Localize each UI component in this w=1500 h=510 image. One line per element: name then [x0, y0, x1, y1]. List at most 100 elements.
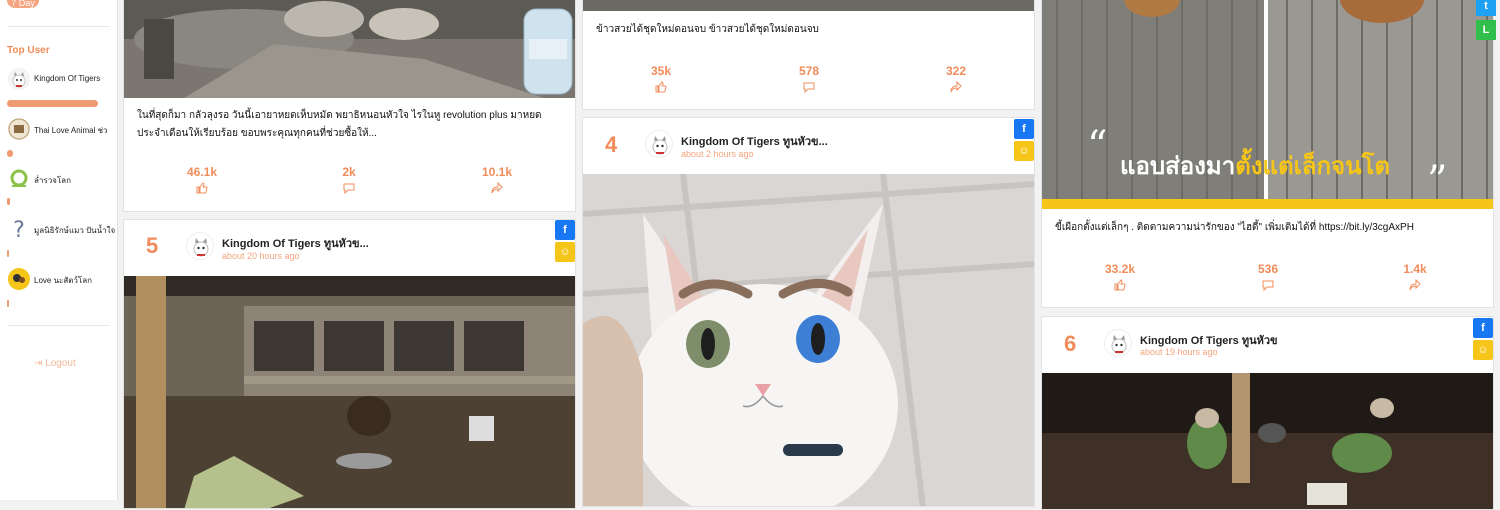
share-count: 1.4k [1403, 262, 1427, 276]
top-user-item[interactable]: Thai Love Animal ช่ว [6, 116, 116, 146]
post-image[interactable] [124, 0, 575, 98]
line-share-button[interactable]: L [1476, 20, 1496, 40]
banner-text-yellow: ตั้งแต่เล็กจนโต [1235, 147, 1390, 180]
facebook-share-button[interactable]: f [1473, 318, 1493, 338]
like-stat[interactable]: 35k [621, 64, 701, 93]
svg-text:”: ” [1427, 158, 1447, 204]
comment-icon [1262, 280, 1274, 291]
top-user-score-bar [7, 250, 9, 257]
post-text: ในที่สุดก็มา กลัวลุงรอ วันนี้เอายาหยดเห็… [137, 110, 542, 139]
avatar [8, 268, 30, 290]
comment-stat[interactable]: 2k [309, 165, 389, 194]
banner-text: แอบส่องมาตั้งแต่เล็กจนโต [1120, 147, 1390, 180]
comment-stat[interactable]: 536 [1228, 262, 1308, 291]
reaction-button[interactable]: ☺ [555, 242, 575, 262]
svg-text:“: “ [1087, 123, 1107, 169]
facebook-share-button[interactable]: f [555, 220, 575, 240]
share-icon [1409, 279, 1421, 291]
comment-count: 2k [342, 165, 356, 179]
post-image[interactable] [124, 276, 575, 508]
avatar [8, 118, 30, 140]
sidebar: 7 Day Top User Kingdom Of Tigers Thai Lo… [0, 0, 118, 500]
post-image[interactable] [1042, 373, 1493, 509]
top-user-name: Love นะสัตว์โลก [34, 276, 92, 285]
avatar [8, 168, 30, 190]
comment-icon [343, 183, 355, 194]
post-card[interactable]: “ ” แอบส่องมาตั้งแต่เล็กจนโต ขี้เผือกตั้… [1041, 0, 1494, 308]
post-card[interactable]: 4 Kingdom Of Tigers ทูนหัวข... about 2 h… [582, 117, 1035, 507]
facebook-icon: f [1481, 322, 1485, 334]
top-user-item[interactable]: Kingdom Of Tigers [6, 66, 116, 96]
facebook-icon: f [1022, 123, 1026, 135]
facebook-icon: f [563, 224, 567, 236]
share-icon [950, 81, 962, 93]
share-stat[interactable]: 10.1k [457, 165, 537, 194]
divider [8, 26, 110, 27]
comment-icon [803, 82, 815, 93]
reaction-button[interactable]: ☺ [1014, 141, 1034, 161]
top-user-item[interactable]: ? มูลนิธิรักษ์แมว ปันน้ำใจ [6, 216, 116, 246]
author-name[interactable]: Kingdom Of Tigers ทูนหัวข... [681, 132, 828, 150]
author-avatar[interactable] [186, 232, 214, 260]
smile-icon: ☺ [559, 246, 571, 258]
period-pill[interactable]: 7 Day [7, 0, 39, 8]
facebook-share-button[interactable]: f [1014, 119, 1034, 139]
avatar [8, 68, 30, 90]
post-card[interactable]: ข้าวสวยได้ชุดใหม่ดอนจบ ข้าวสวยได้ชุดใหม่… [582, 0, 1035, 110]
reaction-button[interactable]: ☺ [1473, 340, 1493, 360]
like-stat[interactable]: 33.2k [1080, 262, 1160, 291]
post-card[interactable]: 5 Kingdom Of Tigers ทูนหัวข... about 20 … [123, 219, 576, 509]
top-user-score-bar [7, 100, 98, 107]
comment-count: 578 [798, 64, 820, 78]
top-user-name: Thai Love Animal ช่ว [34, 126, 108, 135]
share-stat[interactable]: 1.4k [1375, 262, 1455, 291]
top-user-item[interactable]: ล่ำรวจโลก [6, 166, 116, 196]
post-image[interactable]: “ ” แอบส่องมาตั้งแต่เล็กจนโต [1042, 0, 1493, 209]
top-user-name: ล่ำรวจโลก [34, 176, 71, 185]
comment-count: 536 [1257, 262, 1279, 276]
post-image[interactable] [583, 0, 1034, 11]
like-count: 46.1k [186, 165, 218, 179]
top-user-name: มูลนิธิรักษ์แมว ปันน้ำใจ [34, 226, 116, 235]
divider [8, 325, 110, 326]
logout-icon: ⇥ [34, 358, 43, 369]
thumbs-up-icon [655, 81, 667, 93]
top-user-title: Top User [7, 45, 50, 56]
banner-text-white: แอบส่องมา [1120, 152, 1235, 180]
share-count: 10.1k [481, 165, 513, 179]
top-user-item[interactable]: Love นะสัตว์โลก [6, 266, 116, 296]
twitter-share-button[interactable]: t [1476, 0, 1496, 16]
smile-icon: ☺ [1477, 344, 1489, 356]
line-icon: L [1482, 24, 1490, 36]
top-user-score-bar [7, 198, 10, 205]
post-time: about 19 hours ago [1140, 347, 1218, 357]
post-image[interactable] [583, 174, 1034, 506]
top-user-name: Kingdom Of Tigers [34, 74, 101, 83]
rank-number: 6 [1064, 331, 1077, 356]
thumbs-up-icon [196, 182, 208, 194]
comment-stat[interactable]: 578 [769, 64, 849, 93]
post-card[interactable]: 6 Kingdom Of Tigers ทูนหัวข about 19 hou… [1041, 316, 1494, 510]
post-text: ข้าวสวยได้ชุดใหม่ดอนจบ ข้าวสวยได้ชุดใหม่… [596, 24, 819, 35]
author-name[interactable]: Kingdom Of Tigers ทูนหัวข... [222, 234, 369, 252]
post-card[interactable]: ในที่สุดก็มา กลัวลุงรอ วันนี้เอายาหยดเห็… [123, 0, 576, 212]
author-avatar[interactable] [645, 130, 673, 158]
top-user-score-bar [7, 150, 13, 157]
smile-icon: ☺ [1018, 145, 1030, 157]
post-time: about 20 hours ago [222, 251, 300, 261]
rank-number: 4 [605, 132, 618, 157]
logout-button[interactable]: ⇥ Logout [34, 358, 76, 369]
rank-number: 5 [146, 233, 159, 258]
thumbs-up-icon [1114, 279, 1126, 291]
post-text: ขี้เผือกตั้งแต่เล็กๆ . ติดตามความน่ารักข… [1055, 222, 1414, 233]
author-avatar[interactable] [1104, 329, 1132, 357]
post-time: about 2 hours ago [681, 149, 754, 159]
svg-text:?: ? [13, 218, 25, 240]
like-count: 35k [650, 64, 672, 78]
share-count: 322 [945, 64, 967, 78]
share-stat[interactable]: 322 [916, 64, 996, 93]
like-count: 33.2k [1104, 262, 1136, 276]
top-user-score-bar [7, 300, 9, 307]
like-stat[interactable]: 46.1k [162, 165, 242, 194]
period-pill-label: 7 Day [11, 0, 35, 8]
